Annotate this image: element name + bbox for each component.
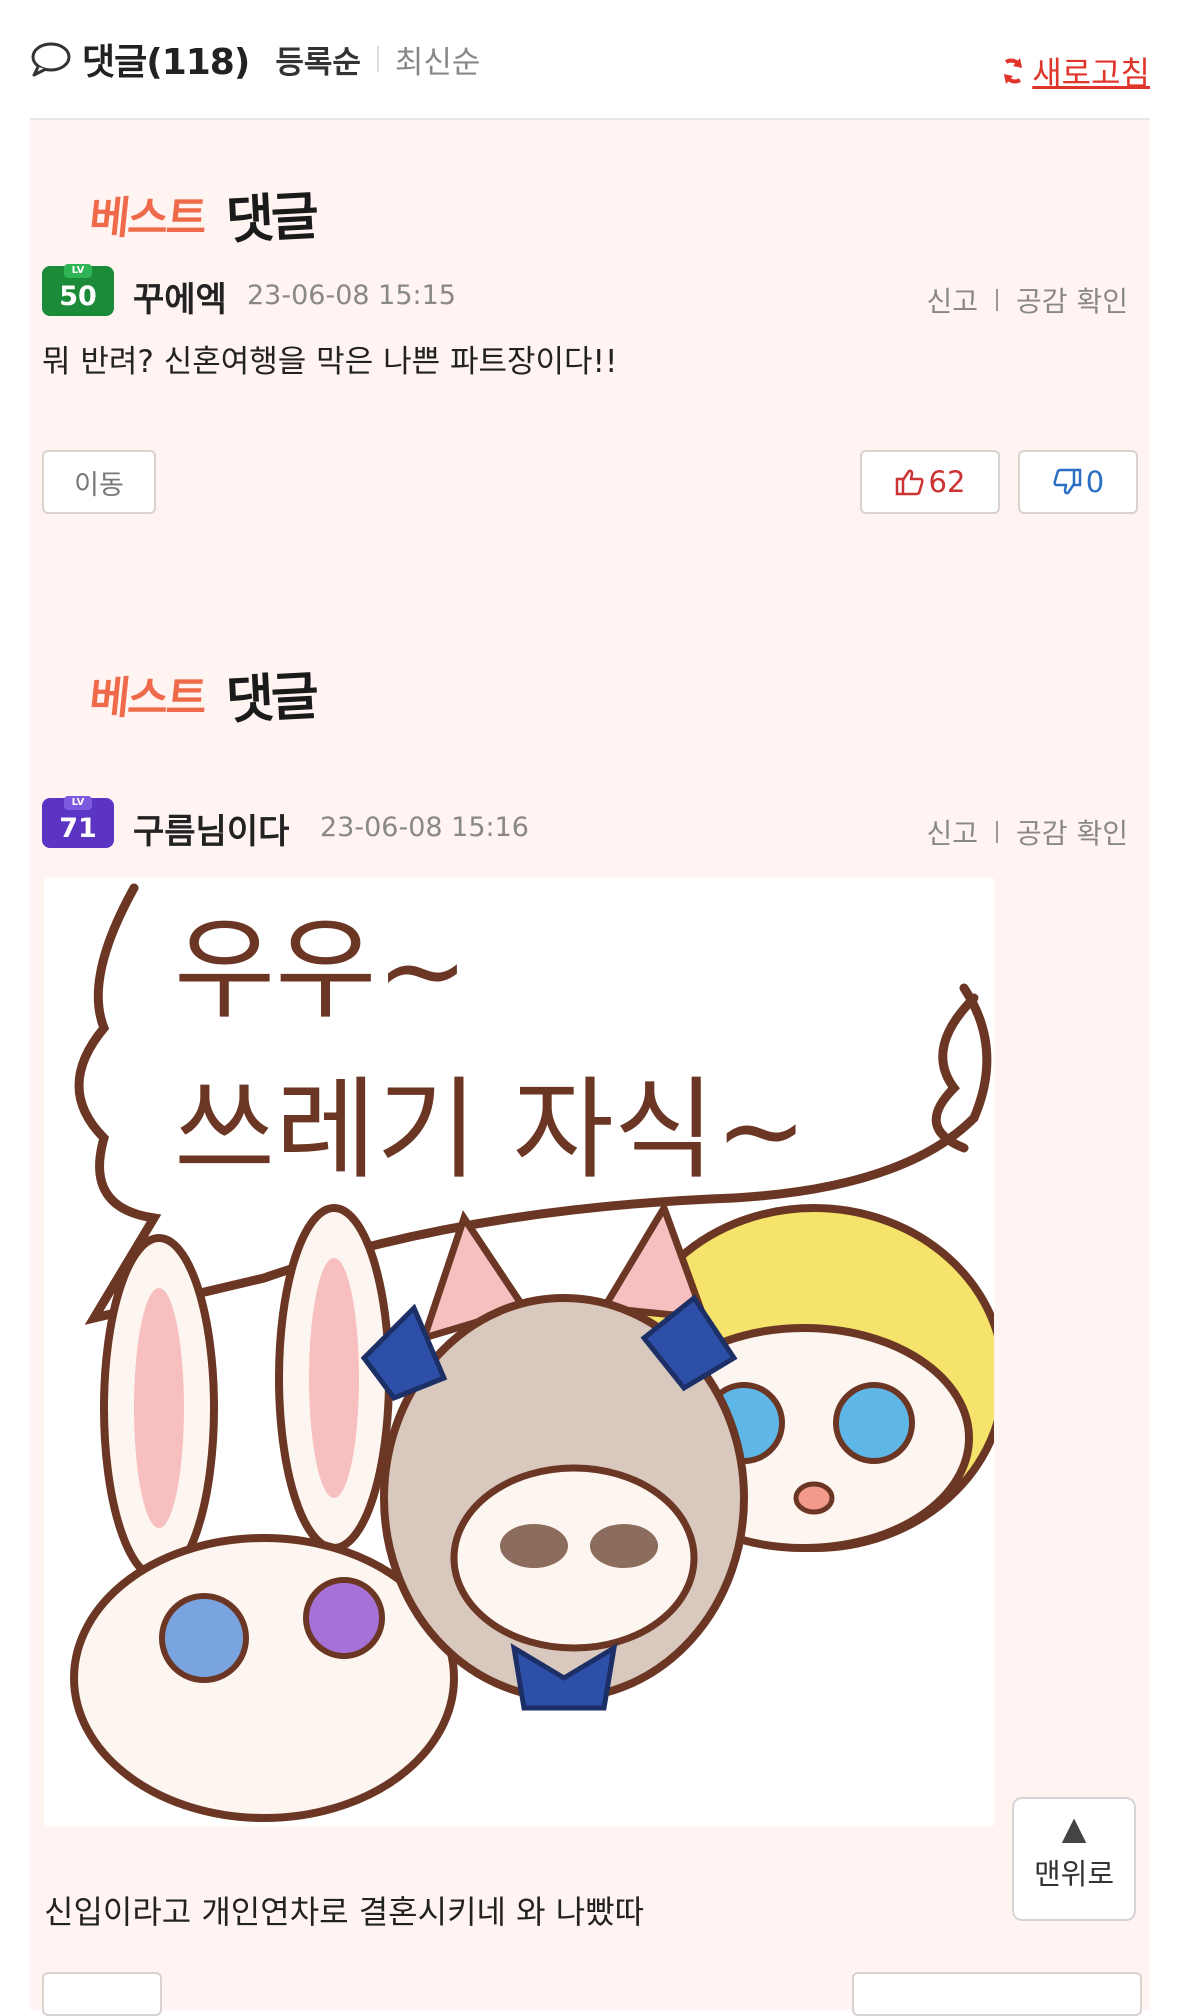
move-button[interactable]: [42, 1972, 162, 2016]
best-comment-card: 베스트 댓글 LV 71 구름님이다 23-06-08 15:16 신고 공감 …: [30, 610, 1150, 2010]
comment-text: 신입이라고 개인연차로 결혼시키네 와 나빴따: [44, 1893, 645, 1931]
like-button[interactable]: 62: [860, 450, 1000, 514]
comment-author-row: LV 71 구름님이다 23-06-08 15:16 신고 공감 확인: [30, 780, 1150, 866]
sticker-text-line1: 우우~: [174, 906, 469, 1034]
scroll-to-top-button[interactable]: ▲ 맨위로: [1012, 1797, 1136, 1921]
divider: [376, 46, 379, 72]
empathy-check-link[interactable]: 공감 확인: [1016, 280, 1128, 320]
like-count: 62: [928, 465, 966, 499]
empathy-check-link[interactable]: 공감 확인: [1016, 812, 1128, 852]
best-comment-card: 베스트 댓글 LV 50 꾸에엑 23-06-08 15:15 신고 공감 확인…: [30, 120, 1150, 612]
comment-sticker-image[interactable]: 우우~ 쓰레기 자식~: [44, 878, 994, 1826]
username[interactable]: 꾸에엑: [133, 272, 227, 321]
comment-author-row: LV 50 꾸에엑 23-06-08 15:15 신고 공감 확인: [30, 248, 1150, 334]
comments-count: (118): [146, 42, 250, 83]
dislike-button[interactable]: 0: [1018, 450, 1138, 514]
refresh-icon: [1004, 58, 1023, 84]
sticker-illustration: 우우~ 쓰레기 자식~: [70, 883, 994, 1822]
move-button[interactable]: 이동: [42, 450, 156, 514]
comment-date: 23-06-08 15:16: [320, 812, 529, 843]
report-link[interactable]: 신고: [927, 280, 979, 320]
sort-latest-button[interactable]: 최신순: [395, 37, 481, 82]
comments-title: 댓글(118): [82, 42, 250, 83]
best-comment-badge: 베스트 댓글: [86, 186, 318, 252]
arrow-up-icon: ▲: [1061, 1809, 1087, 1847]
speech-bubble-icon: [31, 42, 71, 77]
sort-registered-button[interactable]: 등록순: [275, 37, 361, 82]
thumbs-down-icon: [1053, 468, 1082, 495]
best-comment-badge: 베스트 댓글: [86, 666, 318, 732]
divider: [996, 289, 999, 311]
divider: [996, 821, 999, 843]
comment-date: 23-06-08 15:15: [247, 280, 456, 311]
comment-text: 뭐 반려? 신혼여행을 막은 나쁜 파트장이다!!: [42, 344, 618, 380]
vote-buttons[interactable]: [852, 1972, 1142, 2016]
dislike-count: 0: [1085, 465, 1105, 499]
sticker-text-line2: 쓰레기 자식~: [174, 1066, 807, 1194]
comments-header: 댓글(118) 등록순 최신순 새로고침: [30, 0, 1150, 120]
username[interactable]: 구름님이다: [133, 804, 289, 853]
thumbs-up-icon: [895, 469, 924, 496]
level-badge: LV 50: [42, 264, 114, 316]
refresh-button[interactable]: 새로고침: [1000, 48, 1150, 94]
report-link[interactable]: 신고: [927, 812, 979, 852]
level-badge: LV 71: [42, 796, 114, 848]
